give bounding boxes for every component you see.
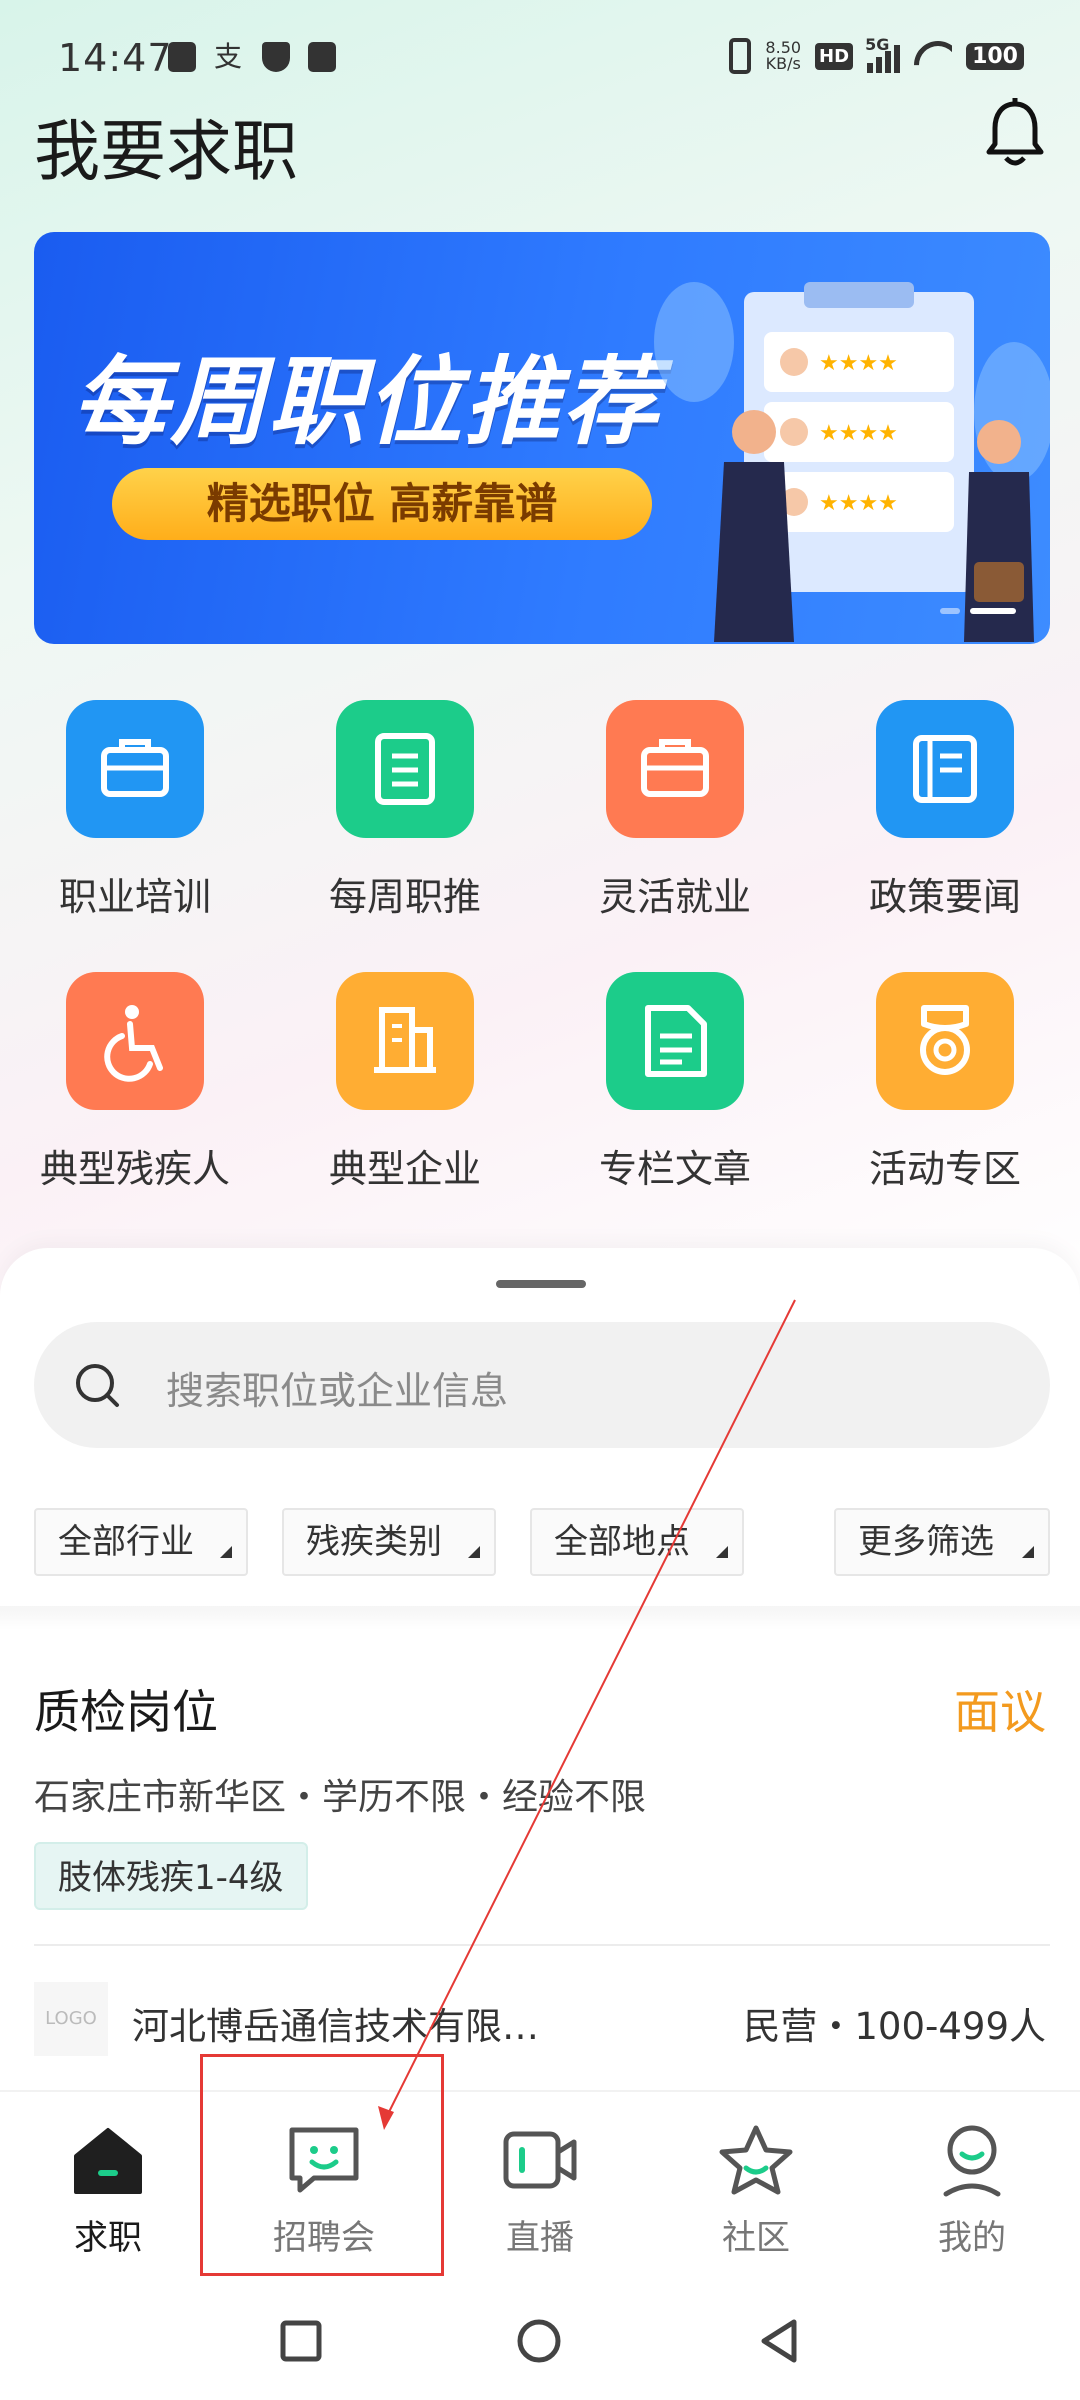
feature-label: 政策要闻 [868,875,1021,919]
pagination-dot[interactable] [940,608,960,614]
filter-label: 更多筛选 [858,1522,994,1562]
filter-disability-type[interactable]: 残疾类别 [282,1508,496,1576]
briefcase-icon [606,700,744,838]
article-icon [606,972,744,1110]
shield-check-icon [168,42,196,72]
section-divider [0,1606,1080,1630]
feature-label: 每周职推 [328,875,481,919]
search-placeholder: 搜索职位或企业信息 [166,1369,509,1413]
dropdown-triangle-icon [1022,1546,1034,1558]
nav-item-job-search[interactable]: 求职 [0,2122,216,2259]
nav-label: 社区 [722,2218,790,2258]
pagination-dot-active[interactable] [970,608,1016,614]
job-tag: 肢体残疾1-4级 [34,1842,308,1910]
feature-label: 典型残疾人 [39,1147,230,1191]
signal-icon: 5G [865,35,901,73]
bell-icon[interactable] [984,98,1046,168]
feature-weekly-jobs[interactable]: 每周职推 [270,700,540,921]
dropdown-triangle-icon [716,1546,728,1558]
vibrate-icon [729,38,752,74]
company-logo: LOGO [34,1982,108,2056]
svg-text:★★★★: ★★★★ [819,491,898,516]
building-icon [336,972,474,1110]
net-speed: 8.50 KB/s [765,40,801,72]
network-type: 5G [865,35,890,54]
home-button[interactable] [514,2316,564,2366]
alipay-icon: 支 [214,40,243,73]
wheelchair-icon [66,972,204,1110]
nav-label: 直播 [506,2218,574,2258]
hd-badge: HD [815,42,854,70]
feature-label: 专栏文章 [598,1147,751,1191]
dropdown-triangle-icon [220,1546,232,1558]
svg-text:★★★★: ★★★★ [819,351,898,376]
feature-label: 活动专区 [868,1147,1021,1191]
shield-icon [262,42,290,72]
back-button[interactable] [754,2316,804,2366]
feature-model-enterprise[interactable]: 典型企业 [270,972,540,1193]
job-meta: 石家庄市新华区・学历不限・经验不限 [34,1777,647,1818]
banner-title: 每周职位推荐 [72,346,660,458]
briefcase-icon [66,700,204,838]
filter-industry[interactable]: 全部行业 [34,1508,248,1576]
sheet-drag-handle[interactable] [496,1280,586,1288]
book-icon [876,700,1014,838]
nav-label: 求职 [74,2218,142,2258]
filter-label: 残疾类别 [306,1522,442,1562]
filter-label: 全部地点 [554,1522,690,1562]
filter-location[interactable]: 全部地点 [530,1508,744,1576]
system-navigation-bar [0,2280,1080,2400]
banner-subtitle: 精选职位 高薪靠谱 [112,468,652,540]
net-speed-unit: KB/s [765,54,801,73]
star-icon [719,2125,793,2195]
feature-label: 灵活就业 [598,875,751,919]
banner-illustration: ★★★★ ★★★★ ★★★★ [654,282,1050,642]
system-indicators: 8.50 KB/s HD 5G 100 [729,35,1024,74]
dropdown-triangle-icon [468,1546,480,1558]
feature-career-training[interactable]: 职业培训 [0,700,270,921]
recent-apps-button[interactable] [276,2316,326,2366]
annotation-highlight-box [200,2054,444,2276]
nav-item-live[interactable]: 直播 [432,2122,648,2259]
job-title: 质检岗位 [34,1685,218,1739]
svg-text:★★★★: ★★★★ [819,421,898,446]
promo-banner[interactable]: 每周职位推荐 精选职位 高薪靠谱 ★★★★ ★★★★ ★★★★ [34,232,1050,644]
nav-item-profile[interactable]: 我的 [864,2122,1080,2259]
home-icon [74,2128,142,2194]
filter-bar: 全部行业 残疾类别 全部地点 更多筛选 [34,1508,1050,1576]
filter-more[interactable]: 更多筛选 [834,1508,1050,1576]
message-icon [308,42,336,72]
status-time: 14:47 [58,36,173,80]
company-info: 民营・100-499人 [743,2005,1046,2048]
battery-icon: 100 [966,42,1024,70]
medal-icon [876,972,1014,1110]
feature-flexible-employment[interactable]: 灵活就业 [540,700,810,921]
search-icon [76,1364,119,1407]
banner-pagination [940,608,1016,614]
page-title: 我要求职 [34,113,298,190]
company-name: 河北博岳通信技术有限… [132,2005,539,2048]
feature-label: 典型企业 [328,1147,481,1191]
feature-activity-zone[interactable]: 活动专区 [810,972,1080,1193]
nav-label: 我的 [938,2218,1006,2258]
notification-icons: 支 [168,42,336,72]
feature-label: 职业培训 [58,875,211,919]
profile-icon [943,2125,1001,2197]
wifi-icon [914,41,952,71]
divider [34,1944,1050,1946]
search-input[interactable]: 搜索职位或企业信息 [34,1322,1050,1448]
filter-label: 全部行业 [58,1522,194,1562]
nav-item-community[interactable]: 社区 [648,2122,864,2259]
bottom-nav: 求职 招聘会 直播 社区 我的 [0,2090,1080,2280]
feature-model-disabled[interactable]: 典型残疾人 [0,972,270,1193]
video-icon [503,2131,577,2189]
feature-policy-news[interactable]: 政策要闻 [810,700,1080,921]
feature-column-articles[interactable]: 专栏文章 [540,972,810,1193]
document-list-icon [336,700,474,838]
job-salary: 面议 [954,1685,1046,1739]
